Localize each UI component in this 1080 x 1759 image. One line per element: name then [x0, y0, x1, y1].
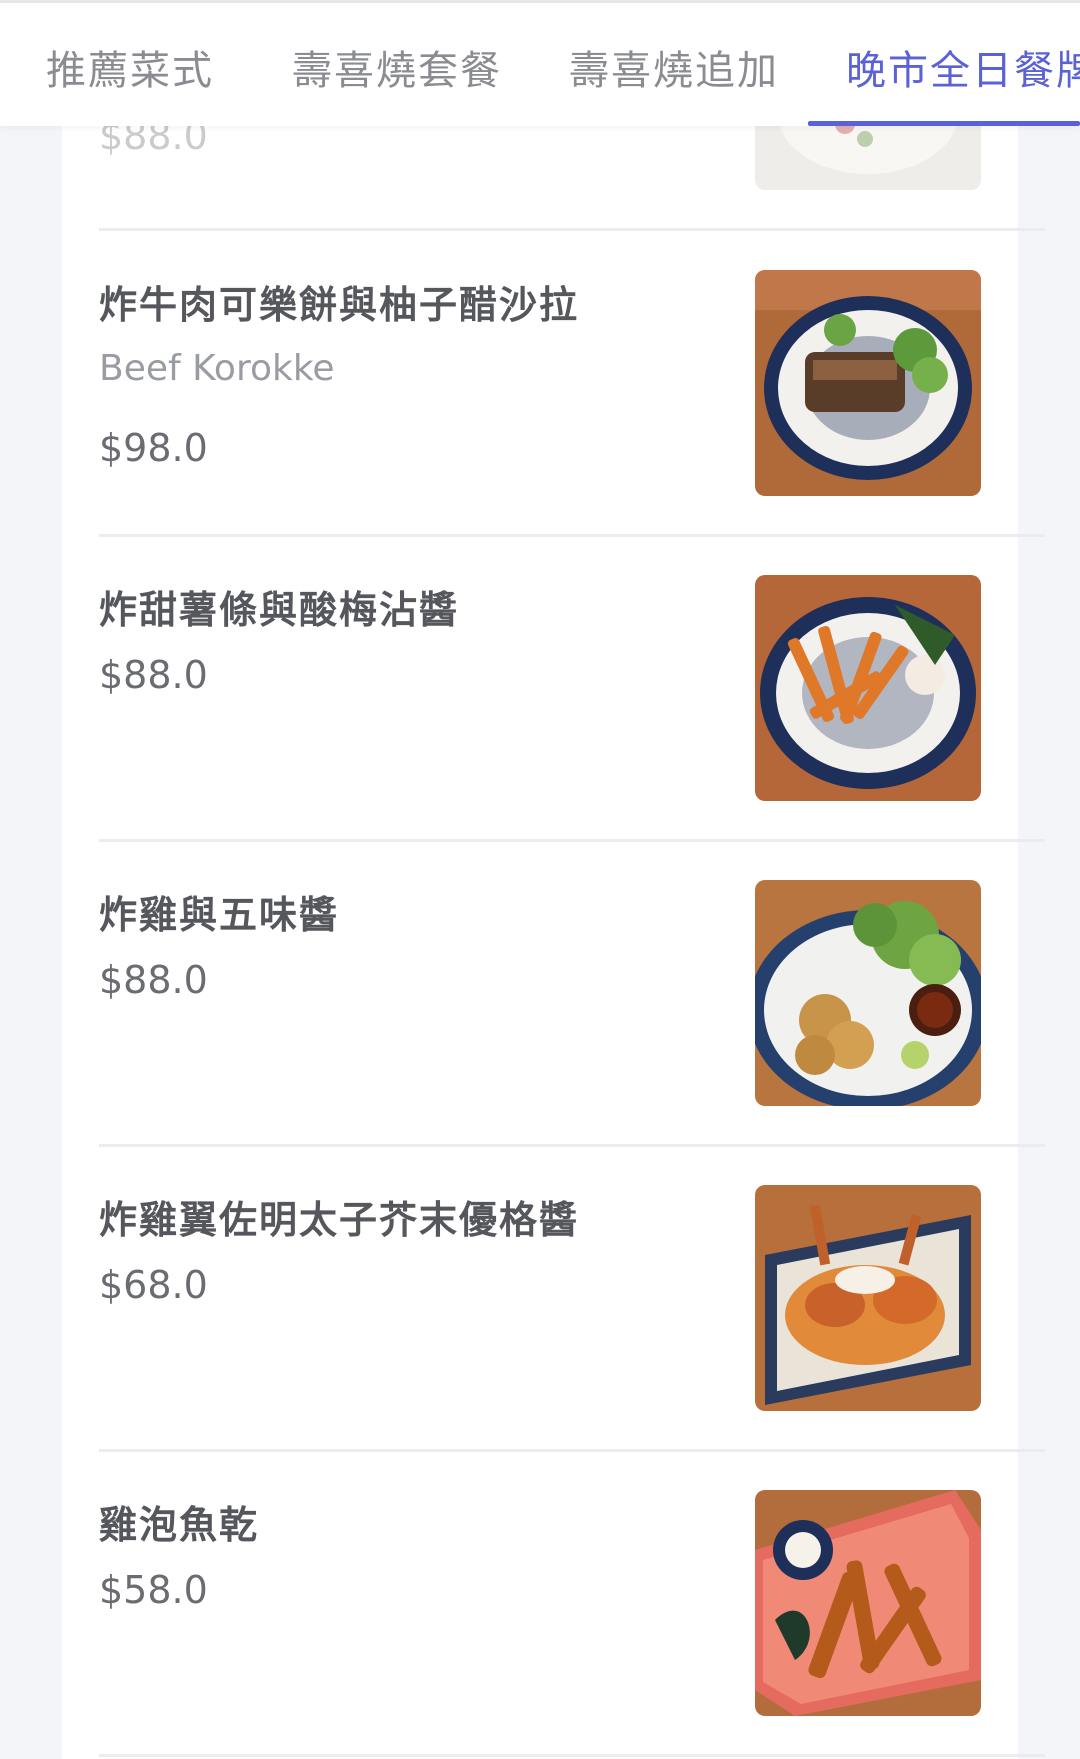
fried-chicken-photo: [755, 880, 981, 1106]
dried-fish-photo: [755, 1490, 981, 1716]
item-price: $68.0: [99, 1263, 208, 1307]
active-tab-indicator: [808, 121, 1080, 126]
category-tabs: 推薦菜式 壽喜燒套餐 壽喜燒追加 晚市全日餐牌: [0, 0, 1080, 126]
tab-sukiyaki-set[interactable]: 壽喜燒套餐: [292, 41, 502, 101]
divider: [99, 228, 1045, 231]
divider: [99, 1754, 1045, 1757]
item-subtitle: Beef Korokke: [99, 348, 335, 389]
sweet-potato-fries-photo: [755, 575, 981, 801]
list-item[interactable]: 炸甜薯條與酸梅沾醬 $88.0: [62, 537, 1045, 842]
menu-page: $88.0 炸牛肉可樂餅與柚子醋沙拉 Beef Korokke $98.0 炸甜…: [0, 0, 1080, 1759]
chicken-wings-photo: [755, 1185, 981, 1411]
item-name: 炸牛肉可樂餅與柚子醋沙拉: [99, 283, 580, 327]
tab-dinner-menu[interactable]: 晚市全日餐牌: [846, 41, 1080, 101]
menu-list: $88.0 炸牛肉可樂餅與柚子醋沙拉 Beef Korokke $98.0 炸甜…: [62, 0, 1045, 1759]
list-item[interactable]: 炸雞與五味醬 $88.0: [62, 842, 1045, 1147]
item-name: 雞泡魚乾: [99, 1503, 260, 1547]
korokke-salad-photo: [755, 270, 981, 496]
list-item[interactable]: 炸牛肉可樂餅與柚子醋沙拉 Beef Korokke $98.0: [62, 232, 1045, 537]
item-name: 炸雞與五味醬: [99, 893, 340, 937]
tab-sukiyaki-addon[interactable]: 壽喜燒追加: [569, 41, 779, 101]
item-price: $88.0: [99, 653, 208, 697]
list-item[interactable]: 雞泡魚乾 $58.0: [62, 1452, 1045, 1759]
tab-recommended[interactable]: 推薦菜式: [46, 41, 214, 101]
list-item[interactable]: 炸雞翼佐明太子芥末優格醬 $68.0: [62, 1147, 1045, 1452]
item-name: 炸甜薯條與酸梅沾醬: [99, 588, 460, 632]
item-price: $88.0: [99, 958, 208, 1002]
item-price: $98.0: [99, 426, 208, 470]
item-name: 炸雞翼佐明太子芥末優格醬: [99, 1198, 580, 1242]
item-price: $58.0: [99, 1568, 208, 1612]
